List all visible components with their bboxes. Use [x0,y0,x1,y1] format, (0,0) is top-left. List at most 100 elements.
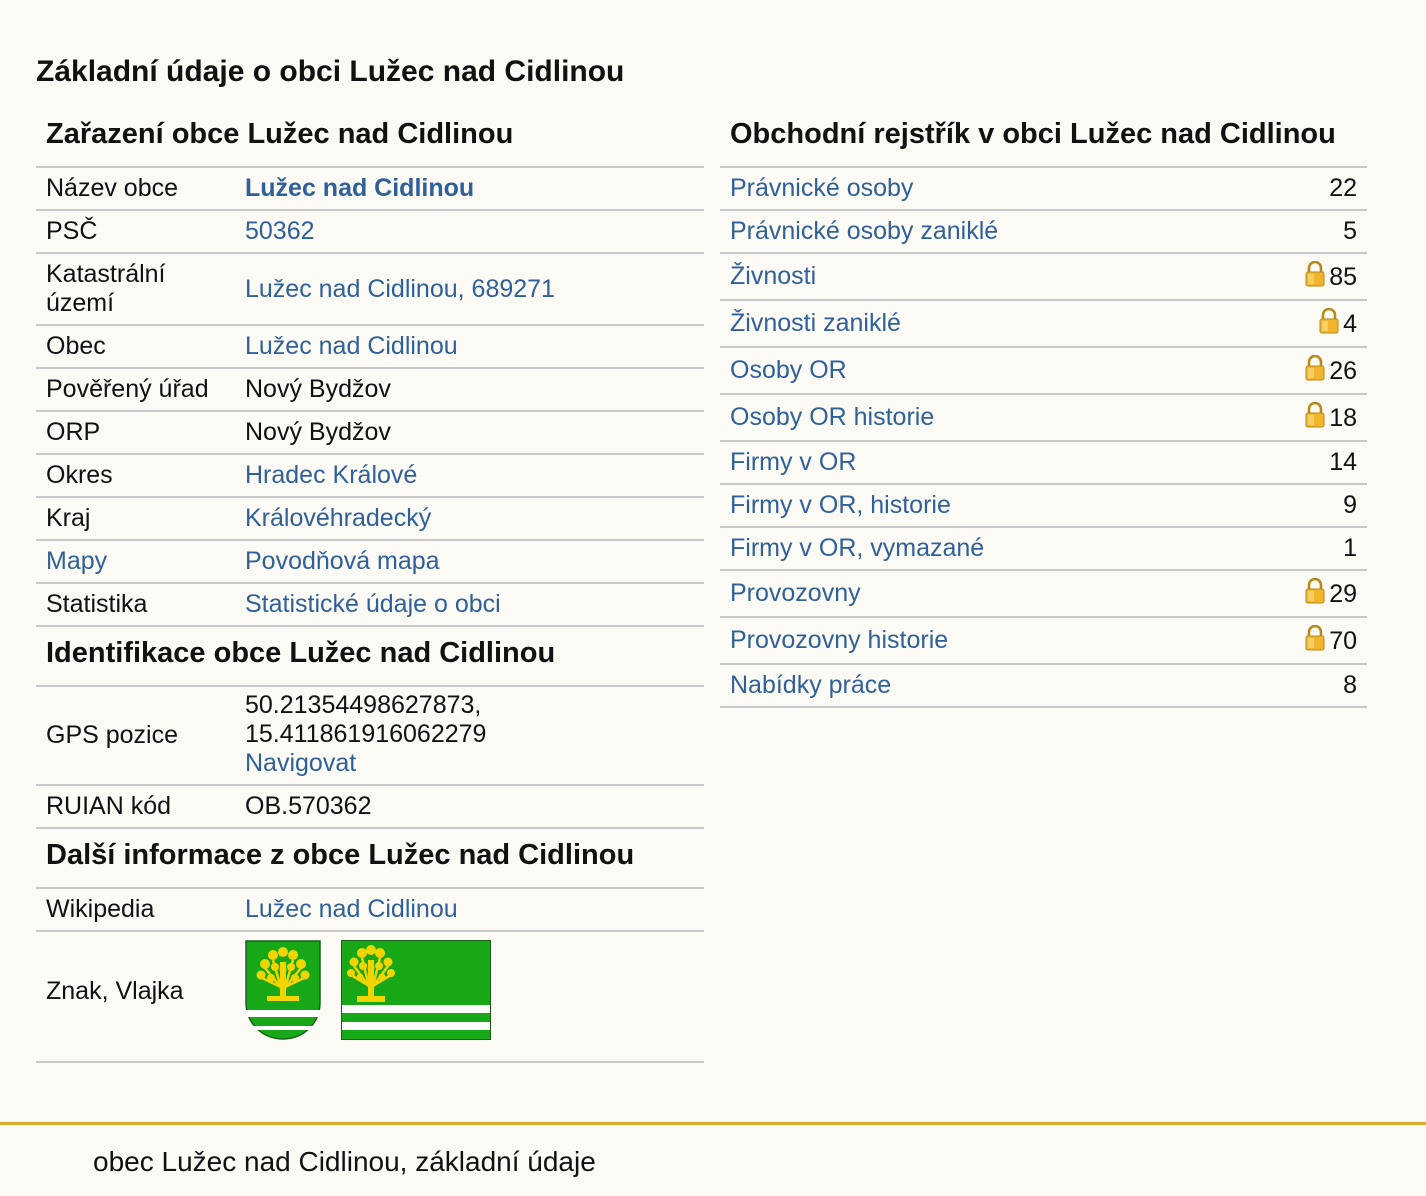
row-label: Název obce [36,168,235,211]
business-register-heading: Obchodní rejstřík v obci Lužec nad Cidli… [720,108,1367,168]
row-value-link[interactable]: Hradec Králové [245,461,417,489]
ruian-value: OB.570362 [235,785,704,829]
row-label: PSČ [36,210,235,254]
register-count: 70 [1329,627,1357,655]
row-value-link[interactable]: Lužec nad Cidlinou [245,332,458,360]
identification-table: GPS pozice 50.21354498627873, 15.4118619… [36,687,704,829]
lock-icon [1319,307,1339,334]
table-row: Živnosti zaniklé 4 [720,300,1367,348]
table-row: GPS pozice 50.21354498627873, 15.4118619… [36,687,704,786]
register-count: 26 [1329,357,1357,385]
table-row: Wikipedia Lužec nad Cidlinou [36,889,704,932]
footer-text: obec Lužec nad Cidlinou, základní údaje [93,1146,596,1177]
table-row: Znak, Vlajka [36,931,704,1063]
register-count: 14 [1329,448,1357,476]
table-row: Osoby OR 26 [720,347,1367,395]
register-link[interactable]: Živnosti zaniklé [730,309,901,337]
row-label: Okres [36,454,235,498]
register-count: 22 [1329,174,1357,202]
ruian-label: RUIAN kód [36,785,235,829]
table-row: Nabídky práce 8 [720,664,1367,708]
register-link[interactable]: Živnosti [730,262,816,290]
table-row: Firmy v OR, vymazané 1 [720,527,1367,571]
table-row: Právnické osoby zaniklé 5 [720,210,1367,254]
right-column: Obchodní rejstřík v obci Lužec nad Cidli… [720,108,1367,708]
table-row: Katastrální území Lužec nad Cidlinou, 689… [36,253,704,326]
emblem-label: Znak, Vlajka [36,931,235,1063]
lock-icon [1305,577,1325,604]
lock-icon [1305,260,1325,287]
flag-image[interactable] [341,940,491,1047]
lock-icon [1305,401,1325,428]
left-column: Zařazení obce Lužec nad Cidlinou Název o… [36,108,704,1063]
table-row: Pověřený úřad Nový Bydžov [36,368,704,412]
coat-of-arms-image[interactable] [245,940,321,1047]
row-label: Kraj [36,497,235,541]
classification-table: Název obce Lužec nad Cidlinou PSČ 50362 Kata… [36,168,704,627]
table-row: Mapy Povodňová mapa [36,540,704,584]
classification-heading: Zařazení obce Lužec nad Cidlinou [36,108,704,168]
gps-label: GPS pozice [36,687,235,786]
row-label: Statistika [36,583,235,627]
table-row: Právnické osoby 22 [720,168,1367,211]
table-row: Živnosti 85 [720,253,1367,301]
register-link[interactable]: Právnické osoby zaniklé [730,217,998,245]
row-label: Obec [36,325,235,369]
register-link[interactable]: Firmy v OR, vymazané [730,534,984,562]
row-value-link[interactable]: 50362 [245,217,315,245]
business-register-table: Právnické osoby 22 Právnické osoby zaniklé… [720,168,1367,708]
wikipedia-link[interactable]: Lužec nad Cidlinou [245,895,458,923]
register-link[interactable]: Firmy v OR [730,448,856,476]
lock-icon [1305,624,1325,651]
register-link[interactable]: Osoby OR historie [730,403,934,431]
register-count: 5 [1343,217,1357,245]
register-link[interactable]: Právnické osoby [730,174,913,202]
row-value-link[interactable]: Statistické údaje o obci [245,590,501,618]
gps-value: 50.21354498627873, 15.411861916062279 Na… [235,687,704,786]
register-link[interactable]: Provozovny [730,579,861,607]
identification-heading: Identifikace obce Lužec nad Cidlinou [36,627,704,687]
table-row: Firmy v OR 14 [720,441,1367,485]
page-title: Základní údaje o obci Lužec nad Cidlinou [36,55,625,88]
table-row: RUIAN kód OB.570362 [36,785,704,829]
gps-latitude: 50.21354498627873, [245,691,482,719]
table-row: Obec Lužec nad Cidlinou [36,325,704,369]
wikipedia-label: Wikipedia [36,889,235,932]
row-label-link[interactable]: Mapy [46,547,107,575]
row-value-link[interactable]: Povodňová mapa [245,547,440,575]
register-count: 9 [1343,491,1357,519]
register-count: 8 [1343,671,1357,699]
register-count: 85 [1329,263,1357,291]
row-label: Katastrální území [36,253,235,326]
gps-longitude: 15.411861916062279 [245,720,487,748]
register-link[interactable]: Nabídky práce [730,671,891,699]
table-row: Osoby OR historie 18 [720,394,1367,442]
register-count: 18 [1329,404,1357,432]
row-value-link[interactable]: Lužec nad Cidlinou, 689271 [245,275,555,303]
register-count: 1 [1343,534,1357,562]
lock-icon [1305,354,1325,381]
row-value: Nový Bydžov [235,368,704,412]
table-row: Firmy v OR, historie 9 [720,484,1367,528]
footer-divider [0,1122,1426,1125]
more-info-heading: Další informace z obce Lužec nad Cidlino… [36,829,704,889]
table-row: PSČ 50362 [36,210,704,254]
register-link[interactable]: Osoby OR [730,356,847,384]
register-link[interactable]: Provozovny historie [730,626,948,654]
table-row: Provozovny historie 70 [720,617,1367,665]
row-value-link[interactable]: Královéhradecký [245,504,431,532]
table-row: Statistika Statistické údaje o obci [36,583,704,627]
table-row: Okres Hradec Králové [36,454,704,498]
register-link[interactable]: Firmy v OR, historie [730,491,951,519]
table-row: Název obce Lužec nad Cidlinou [36,168,704,211]
register-count: 29 [1329,580,1357,608]
row-value-link[interactable]: Lužec nad Cidlinou [245,174,474,202]
row-value: Nový Bydžov [235,411,704,455]
table-row: Kraj Královéhradecký [36,497,704,541]
navigate-link[interactable]: Navigovat [245,749,356,777]
row-label: Pověřený úřad [36,368,235,412]
more-info-table: Wikipedia Lužec nad Cidlinou Znak, Vlajk… [36,889,704,1063]
table-row: Provozovny 29 [720,570,1367,618]
row-label: ORP [36,411,235,455]
register-count: 4 [1343,310,1357,338]
